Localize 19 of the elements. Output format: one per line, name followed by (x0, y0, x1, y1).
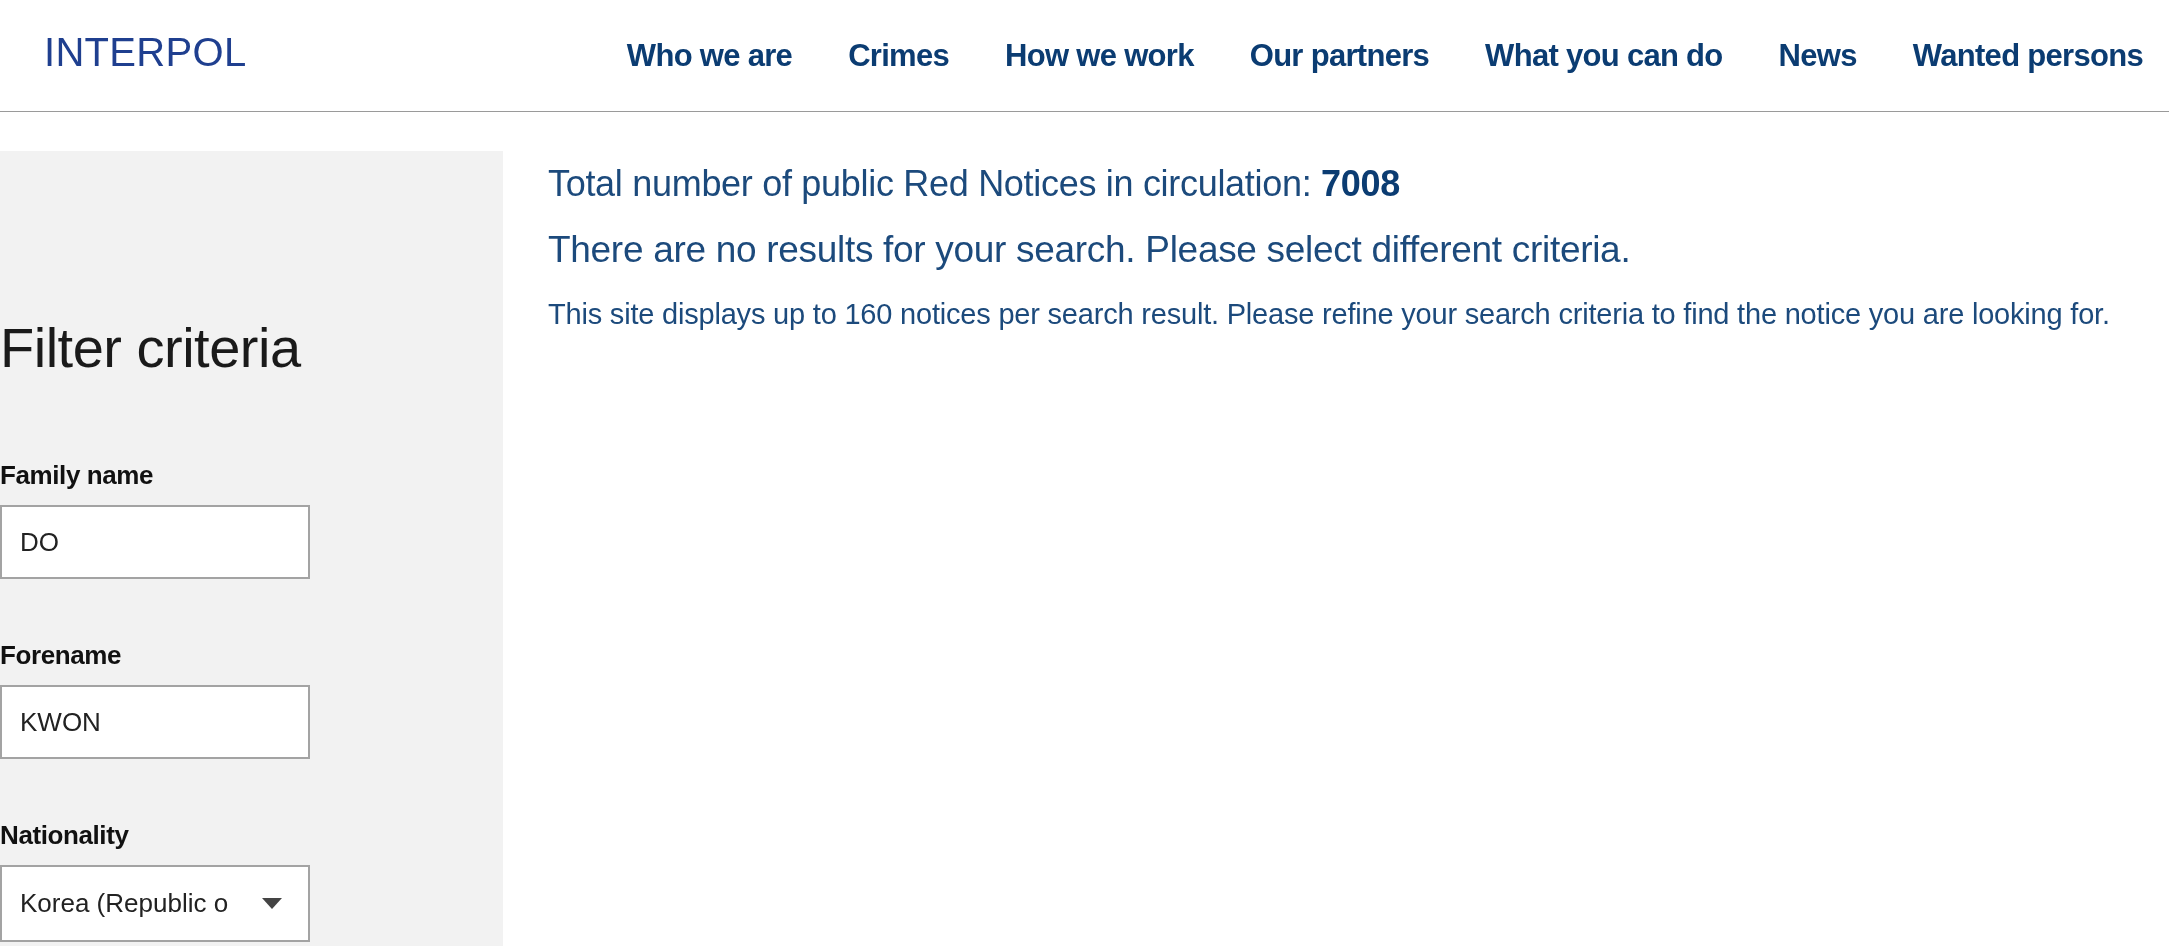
nav-link[interactable]: Crimes (848, 37, 950, 74)
field-label: Family name (0, 460, 154, 490)
nav-link[interactable]: Who we are (626, 37, 793, 74)
input-field[interactable]: DO (0, 505, 310, 579)
field-label: Nationality (0, 820, 129, 850)
no-results-message: There are no results for your search. Please select different criteria. (548, 228, 1632, 272)
nav-link[interactable]: What you can do (1485, 37, 1723, 74)
caret-icon (262, 898, 282, 909)
nav-link[interactable]: News (1778, 37, 1857, 74)
field-label: Forename (0, 640, 122, 670)
nav-link[interactable]: How we work (1005, 37, 1194, 74)
total-count-text: Total number of public Red Notices in circulation: 7008 (548, 162, 1401, 206)
input-field[interactable]: KWON (0, 685, 310, 759)
results-limit-note: This site displays up to 160 notices per search result. Please refine your search criteria to find the notice you are looking for. (548, 297, 2110, 332)
nav-link[interactable]: Wanted persons (1912, 37, 2143, 74)
panel-title: Filter criteria (0, 315, 301, 381)
dropdown[interactable]: Korea (Republic o (0, 865, 310, 942)
nav-link[interactable]: Our partners (1249, 37, 1430, 74)
logo[interactable]: INTERPOL (44, 30, 247, 75)
